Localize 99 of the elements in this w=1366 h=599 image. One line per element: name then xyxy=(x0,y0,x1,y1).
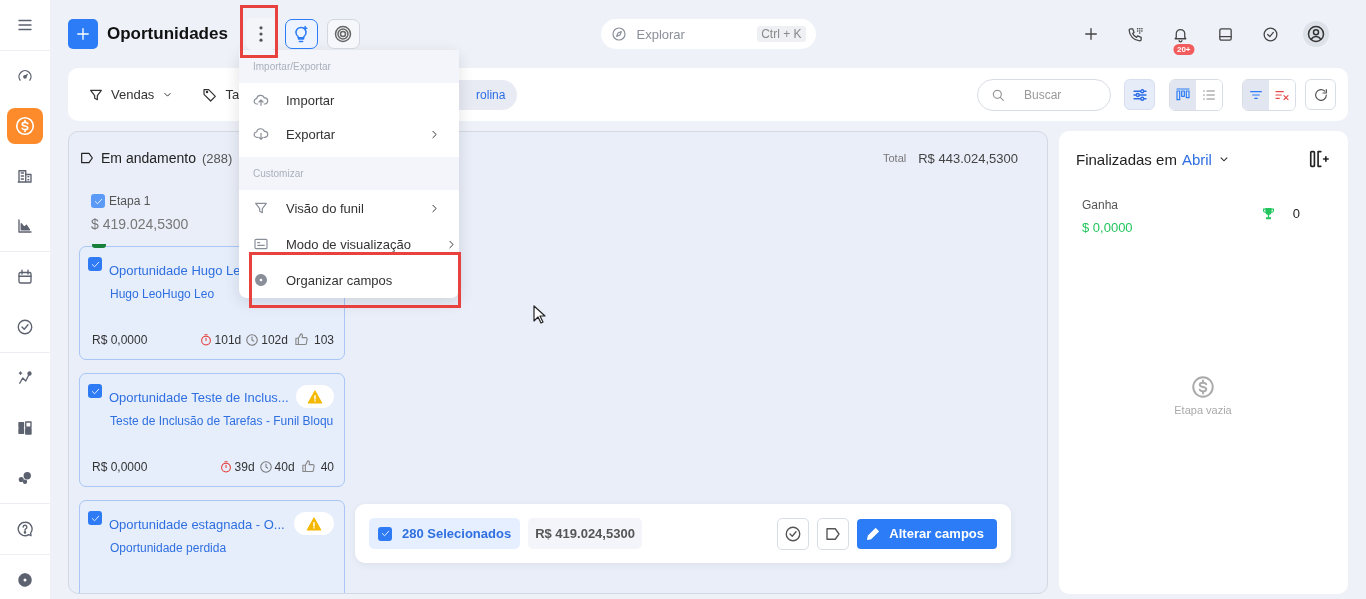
settings-icon xyxy=(16,571,34,589)
card-title[interactable]: Oportunidade estagnada - O... xyxy=(109,517,287,532)
target-button[interactable] xyxy=(326,19,360,49)
won-amount: $ 0,0000 xyxy=(1082,220,1133,235)
menu-item[interactable]: Modo de visualização xyxy=(253,226,453,262)
refresh-icon xyxy=(1312,86,1329,103)
like-count: 103 xyxy=(313,332,334,347)
widgets-icon xyxy=(16,419,34,437)
checkbox[interactable] xyxy=(88,257,102,271)
like-count: 40 xyxy=(320,459,334,474)
phone-button[interactable] xyxy=(1127,25,1144,43)
total-label: Total xyxy=(883,152,907,164)
timer-icon xyxy=(218,459,233,474)
stage-label: Etapa 1 xyxy=(109,194,151,208)
more-button[interactable] xyxy=(245,18,276,50)
menu-heading: Importar/Exportar xyxy=(239,50,459,83)
funnel-icon xyxy=(253,200,269,216)
warning-icon xyxy=(306,388,323,405)
selected-count: 280 Selecionados xyxy=(402,526,512,541)
month-dropdown[interactable]: Abril xyxy=(1181,150,1212,168)
chart-icon xyxy=(16,217,34,235)
explore-field[interactable]: Explorar Ctrl + K xyxy=(600,19,816,49)
avatar-icon xyxy=(1305,24,1326,44)
empty-state-text: Etapa vazia xyxy=(1174,403,1232,416)
dollar-icon xyxy=(1190,373,1216,400)
won-count: 0 xyxy=(1292,205,1300,221)
stage-icon xyxy=(79,150,95,166)
kanban-toggle[interactable] xyxy=(1170,79,1196,110)
shortcut-hint: Ctrl + K xyxy=(757,26,806,42)
menu-item[interactable]: Exportar xyxy=(253,117,453,151)
check-button[interactable] xyxy=(1262,25,1279,43)
bulb-button[interactable] xyxy=(284,19,318,49)
menu-item[interactable]: Visão do funil xyxy=(253,190,453,226)
menu-heading: Customizar xyxy=(239,157,459,190)
stage-amount: $ 419.024,5300 xyxy=(91,216,190,232)
pencil-icon xyxy=(865,525,882,542)
change-fields-button[interactable]: Alterar campos xyxy=(857,518,997,549)
download-icon xyxy=(253,126,269,142)
check-circle-icon xyxy=(1262,25,1279,43)
timer-icon xyxy=(198,332,213,347)
trophy-icon xyxy=(1260,205,1276,221)
panel-title: Finalizadas em xyxy=(1076,150,1177,168)
filter-toggle[interactable] xyxy=(1243,79,1269,110)
card-subtitle[interactable]: Teste de Inclusão de Tarefas - Funil Bloqu xyxy=(110,414,334,428)
filter-dropdown[interactable]: Vendas xyxy=(88,86,175,103)
selected-amount: R$ 419.024,5300 xyxy=(528,518,642,549)
bubbles-icon xyxy=(16,469,34,487)
check-circle-icon xyxy=(784,524,803,543)
thumbs-up-icon xyxy=(300,459,316,474)
trend-icon xyxy=(16,369,34,387)
calendar-icon xyxy=(16,268,34,286)
target-icon xyxy=(333,24,354,44)
late-days: 39d xyxy=(234,459,255,474)
add-button[interactable] xyxy=(68,19,98,49)
filter-dropdown[interactable]: Ta xyxy=(202,86,240,103)
help-icon xyxy=(16,520,34,538)
card-value: R$ 0,0000 xyxy=(92,459,148,474)
inbox-button[interactable] xyxy=(1217,25,1234,43)
checkbox[interactable] xyxy=(91,194,105,208)
kanban-icon xyxy=(1175,86,1191,103)
check-button[interactable] xyxy=(777,517,810,550)
add-column-icon xyxy=(1308,148,1330,170)
page-title: Oportunidades xyxy=(107,24,228,44)
card-subtitle[interactable]: Oportunidade perdida xyxy=(110,541,334,555)
late-days: 101d xyxy=(214,332,242,347)
warning-icon xyxy=(306,515,322,532)
column-count: (288) xyxy=(201,150,233,166)
inbox-icon xyxy=(1217,25,1234,43)
thumbs-up-icon xyxy=(293,332,309,347)
menu-item[interactable]: Organizar campos xyxy=(253,262,453,298)
notification-badge: 20+ xyxy=(1172,43,1195,55)
stage-button[interactable] xyxy=(817,517,850,550)
checkbox[interactable] xyxy=(88,511,102,525)
refresh-button[interactable] xyxy=(1305,79,1336,110)
tag-icon xyxy=(202,86,219,103)
column-title: Em andamento xyxy=(101,150,196,166)
age-days: 102d xyxy=(261,332,288,347)
compass-icon xyxy=(610,26,627,42)
checkbox[interactable] xyxy=(378,526,392,541)
upload-icon xyxy=(253,92,269,108)
card-value: R$ 0,0000 xyxy=(92,332,148,347)
dollar-icon xyxy=(14,115,36,137)
plus-icon xyxy=(74,25,92,43)
clock-icon xyxy=(245,332,260,347)
avatar-button[interactable] xyxy=(1302,21,1329,47)
total-value: R$ 443.024,5300 xyxy=(918,150,1018,166)
age-days: 40d xyxy=(274,459,295,474)
card-title[interactable]: Oportunidade Teste de Inclus... xyxy=(109,390,289,405)
clock-icon xyxy=(258,459,273,474)
kebab-icon xyxy=(258,26,263,42)
cursor-icon xyxy=(533,305,546,324)
check-circle-icon xyxy=(16,318,34,336)
check-icon xyxy=(379,528,391,539)
card-icon xyxy=(253,236,269,252)
won-label: Ganha xyxy=(1082,198,1120,212)
checkbox[interactable] xyxy=(88,384,102,398)
phone-icon xyxy=(1127,25,1144,43)
settings-button[interactable] xyxy=(1124,79,1155,110)
building-icon xyxy=(16,167,34,185)
